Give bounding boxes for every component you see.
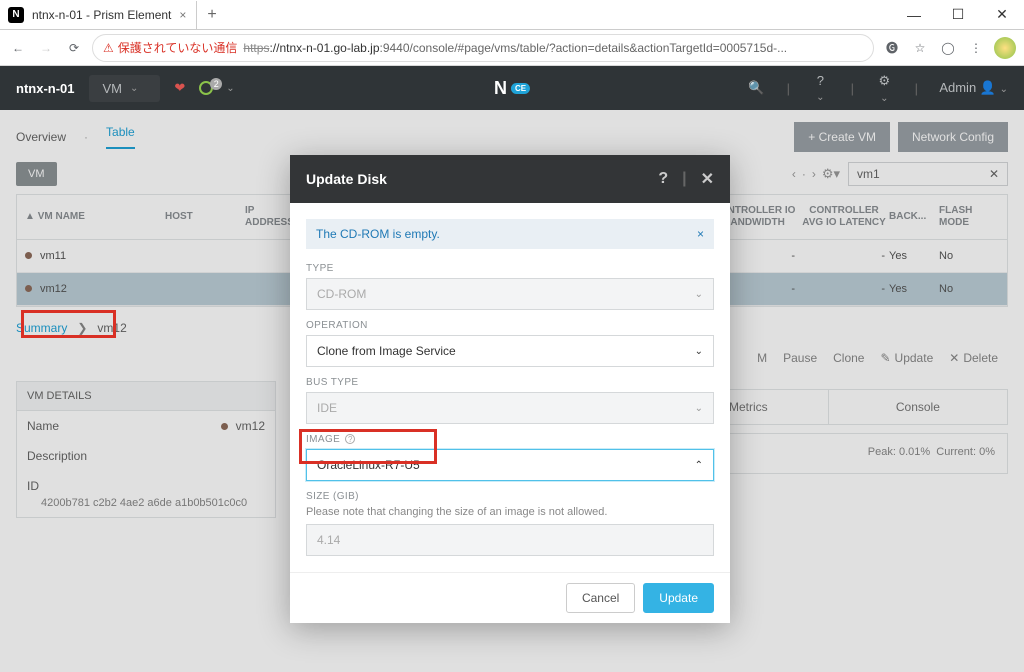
bus-select: IDE⌄ [306, 392, 714, 424]
network-config-button[interactable]: Network Config [898, 122, 1008, 152]
type-select: CD-ROM⌄ [306, 278, 714, 310]
tab-overview[interactable]: Overview [16, 130, 66, 144]
col-vm-name[interactable]: ▲ VM NAME [25, 211, 165, 223]
chevron-down-icon: ⌄ [695, 346, 703, 357]
bookmark-icon[interactable]: ☆ [910, 41, 930, 55]
cancel-button[interactable]: Cancel [566, 583, 635, 613]
browser-tab[interactable]: N ntnx-n-01 - Prism Element × [0, 1, 197, 29]
table-pager: ‹ · › ⚙▾ [792, 166, 840, 182]
panel-header: VM DETAILS [17, 382, 275, 411]
tab-console[interactable]: Console [828, 390, 1007, 424]
browser-titlebar: N ntnx-n-01 - Prism Element × + — ☐ ✕ [0, 0, 1024, 30]
alert-close-icon[interactable]: × [697, 227, 704, 241]
search-value: vm1 [857, 167, 880, 181]
action-clone[interactable]: Clone [827, 351, 870, 365]
tab-close-icon[interactable]: × [179, 8, 186, 22]
action-delete[interactable]: ✕Delete [943, 351, 1004, 365]
x-icon: ✕ [949, 351, 959, 365]
clear-search-icon[interactable]: ✕ [989, 167, 999, 181]
col-lat[interactable]: CONTROLLER AVG IO LATENCY [799, 205, 889, 229]
cdrom-empty-alert: The CD-ROM is empty. × [306, 219, 714, 249]
prism-logo: NCE [494, 78, 530, 99]
prism-appbar: ntnx-n-01 VM⌄ ❤ 2⌄ NCE 🔍 | ? ⌄ | ⚙ ⌄ | A… [0, 66, 1024, 110]
chevron-down-icon: ⌄ [695, 403, 703, 414]
update-disk-modal: Update Disk ? | ✕ The CD-ROM is empty. ×… [290, 155, 730, 623]
page-tabs: Overview · Table + Create VM Network Con… [16, 122, 1008, 152]
highlight-image-select [299, 429, 437, 464]
window-maximize-icon[interactable]: ☐ [936, 1, 980, 29]
search-icon[interactable]: 🔍 [747, 80, 765, 96]
modal-help-icon[interactable]: ? [658, 170, 668, 188]
chevron-down-icon: ⌄ [130, 83, 138, 94]
status-dot-icon [25, 285, 32, 292]
profile-avatar[interactable] [994, 37, 1016, 59]
window-close-icon[interactable]: ✕ [980, 1, 1024, 29]
action-m[interactable]: M [751, 351, 773, 365]
nav-forward-icon: → [36, 41, 56, 55]
modal-title: Update Disk [306, 171, 387, 187]
warning-icon: ⚠ [103, 41, 114, 55]
operation-select[interactable]: Clone from Image Service⌄ [306, 335, 714, 367]
health-badge[interactable]: 2⌄ [199, 81, 234, 95]
cluster-name[interactable]: ntnx-n-01 [16, 81, 75, 96]
update-button[interactable]: Update [643, 583, 714, 613]
address-bar[interactable]: ⚠ 保護されていない通信 https://ntnx-n-01.go-lab.jp:… [92, 34, 874, 62]
tab-title: ntnx-n-01 - Prism Element [32, 8, 171, 22]
user-menu[interactable]: Admin 👤 ⌄ [939, 80, 1008, 96]
help-icon[interactable]: ? ⌄ [811, 73, 829, 103]
browser-navbar: ← → ⟳ ⚠ 保護されていない通信 https://ntnx-n-01.go-l… [0, 30, 1024, 66]
action-pause[interactable]: Pause [777, 351, 823, 365]
nav-reload-icon[interactable]: ⟳ [64, 41, 84, 55]
table-search-input[interactable]: vm1 ✕ [848, 162, 1008, 186]
chevron-up-icon: ⌃ [695, 460, 703, 471]
label-type: TYPE [306, 263, 714, 274]
size-input: 4.14 [306, 524, 714, 556]
translate-icon[interactable]: 🅖 [882, 39, 902, 56]
tab-table[interactable]: Table [106, 125, 135, 149]
table-settings-icon[interactable]: ⚙▾ [822, 166, 840, 182]
modal-close-icon[interactable]: ✕ [701, 169, 714, 189]
col-host[interactable]: HOST [165, 211, 245, 223]
highlight-vm12 [21, 310, 116, 338]
settings-gear-icon[interactable]: ⚙ ⌄ [875, 73, 893, 104]
url-text: https://ntnx-n-01.go-lab.jp:9440/console… [243, 41, 787, 55]
security-warning: 保護されていない通信 [118, 39, 238, 56]
action-update[interactable]: ✎Update [874, 351, 939, 365]
label-operation: OPERATION [306, 320, 714, 331]
label-size: SIZE (GIB) [306, 491, 714, 502]
pager-next-icon[interactable]: › [812, 167, 816, 181]
tab-favicon: N [8, 7, 24, 23]
pencil-icon: ✎ [880, 351, 890, 365]
status-dot-icon [25, 252, 32, 259]
col-flash[interactable]: FLASH MODE [939, 205, 999, 229]
col-back[interactable]: BACK... [889, 211, 939, 223]
create-vm-button[interactable]: + Create VM [794, 122, 890, 152]
nav-back-icon[interactable]: ← [8, 41, 28, 55]
heart-icon[interactable]: ❤ [174, 80, 185, 96]
size-note: Please note that changing the size of an… [306, 506, 714, 518]
account-icon[interactable]: ◯ [938, 41, 958, 55]
vm-details-panel: VM DETAILS Namevm12 Description ID4200b7… [16, 381, 276, 518]
menu-icon[interactable]: ⋮ [966, 41, 986, 55]
pager-prev-icon[interactable]: ‹ [792, 167, 796, 181]
window-minimize-icon[interactable]: — [892, 1, 936, 29]
vm-chip[interactable]: VM [16, 162, 57, 186]
new-tab-button[interactable]: + [197, 6, 226, 24]
chevron-down-icon: ⌄ [695, 289, 703, 300]
label-bus: BUS TYPE [306, 377, 714, 388]
entity-menu[interactable]: VM⌄ [89, 75, 161, 102]
